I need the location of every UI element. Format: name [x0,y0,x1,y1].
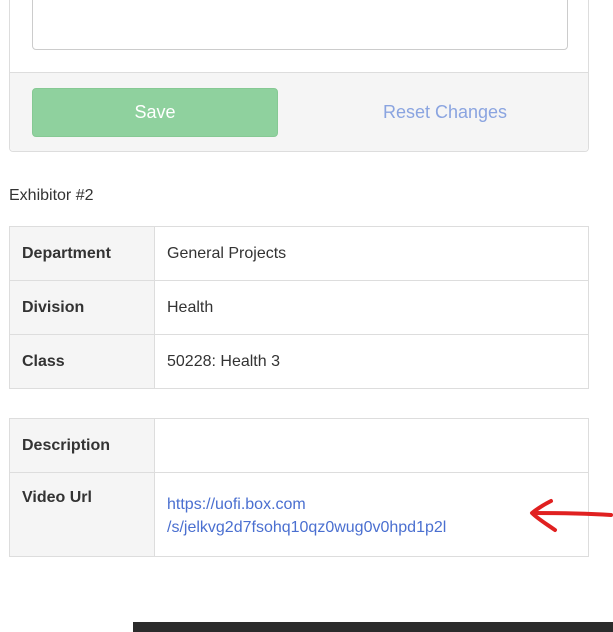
exhibitor-heading: Exhibitor #2 [9,187,94,204]
red-arrow-icon [530,499,613,532]
description-value [154,418,589,473]
table-row: Department General Projects [9,226,589,281]
video-url-line-2: /s/jelkvg2d7fsohq10qz0wug0v0hpd1p2l [167,518,447,536]
reset-changes-link[interactable]: Reset Changes [310,88,580,137]
class-value: 50228: Health 3 [154,334,589,389]
video-url-line-1: https://uofi.box.com [167,495,306,513]
class-label: Class [9,334,155,389]
video-url-link[interactable]: https://uofi.box.com /s/jelkvg2d7fsohq10… [167,491,576,539]
video-url-cell: https://uofi.box.com /s/jelkvg2d7fsohq10… [154,472,589,557]
comments-textarea[interactable] [32,0,568,50]
exhibitor-details-table: Department General Projects Division Hea… [9,226,589,389]
table-row: Description [9,418,589,473]
table-row: Class 50228: Health 3 [9,334,589,389]
page: Save Reset Changes Exhibitor #2 Departme… [0,0,613,632]
division-label: Division [9,280,155,335]
exhibitor-media-table: Description Video Url https://uofi.box.c… [9,418,589,557]
table-row: Video Url https://uofi.box.com /s/jelkvg… [9,472,589,557]
description-label: Description [9,418,155,473]
table-row: Division Health [9,280,589,335]
save-button[interactable]: Save [32,88,278,137]
form-actions: Save Reset Changes [10,72,588,151]
edit-form-panel: Save Reset Changes [9,0,589,152]
division-value: Health [154,280,589,335]
video-url-label: Video Url [9,472,155,557]
department-value: General Projects [154,226,589,281]
department-label: Department [9,226,155,281]
bottom-bar [133,622,613,632]
